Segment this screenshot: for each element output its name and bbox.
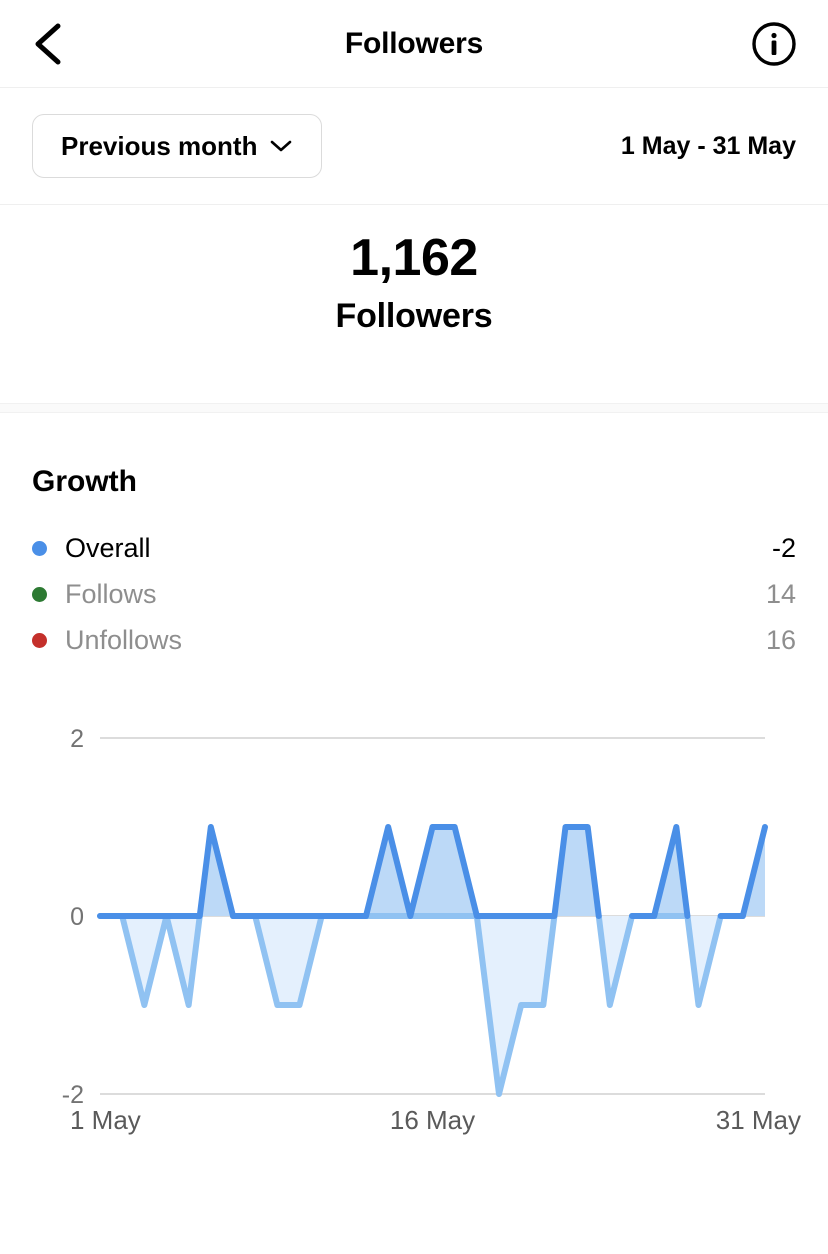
growth-chart[interactable]: 2 0 -2 1 May 16 May 31 May	[0, 701, 828, 1141]
growth-heading: Growth	[32, 465, 137, 498]
legend-dot-unfollows	[32, 632, 47, 648]
followers-count: 1,162	[350, 229, 478, 287]
svg-text:16 May: 16 May	[390, 1105, 475, 1135]
legend-dot-overall	[32, 540, 47, 556]
period-selector-button[interactable]: Previous month	[32, 114, 323, 178]
filter-bar: Previous month 1 May - 31 May	[0, 88, 828, 205]
followers-count-label: Followers	[335, 296, 493, 335]
legend-label-overall: Overall	[65, 532, 151, 563]
followers-summary: 1,162 Followers	[0, 205, 828, 403]
chart-x-axis-labels: 1 May 16 May 31 May	[70, 1105, 801, 1135]
navigation-bar: Followers	[0, 0, 828, 88]
section-divider	[0, 403, 828, 413]
period-selector-label: Previous month	[61, 130, 258, 161]
legend-dot-follows	[32, 586, 47, 602]
growth-chart-svg: 2 0 -2 1 May 16 May 31 May	[62, 725, 801, 1135]
followers-insights-screen: Followers Previous month 1 May - 31 May …	[0, 0, 828, 1254]
legend-item-follows[interactable]: Follows 14	[32, 571, 796, 617]
legend-label-follows: Follows	[65, 578, 157, 609]
chevron-left-icon	[35, 23, 61, 64]
legend-label-unfollows: Unfollows	[65, 624, 183, 655]
chevron-down-icon	[271, 140, 292, 152]
svg-text:1 May: 1 May	[70, 1105, 141, 1135]
info-circle-icon	[752, 21, 796, 66]
date-range-label: 1 May - 31 May	[620, 131, 796, 160]
svg-text:0: 0	[70, 903, 84, 931]
back-button[interactable]	[30, 18, 82, 70]
legend-value-follows: 14	[765, 578, 796, 609]
growth-section: Growth Overall -2 Follows 14 Unfollows 1…	[0, 413, 828, 663]
legend-item-overall[interactable]: Overall -2	[32, 525, 796, 571]
svg-text:31 May: 31 May	[716, 1105, 801, 1135]
legend-value-overall: -2	[771, 532, 796, 563]
chart-y-axis-labels: 2 0 -2	[62, 725, 84, 1109]
legend-value-unfollows: 16	[765, 624, 796, 655]
info-button[interactable]	[746, 18, 798, 70]
svg-text:2: 2	[70, 725, 84, 753]
legend-item-unfollows[interactable]: Unfollows 16	[32, 617, 796, 663]
page-title: Followers	[344, 26, 484, 60]
